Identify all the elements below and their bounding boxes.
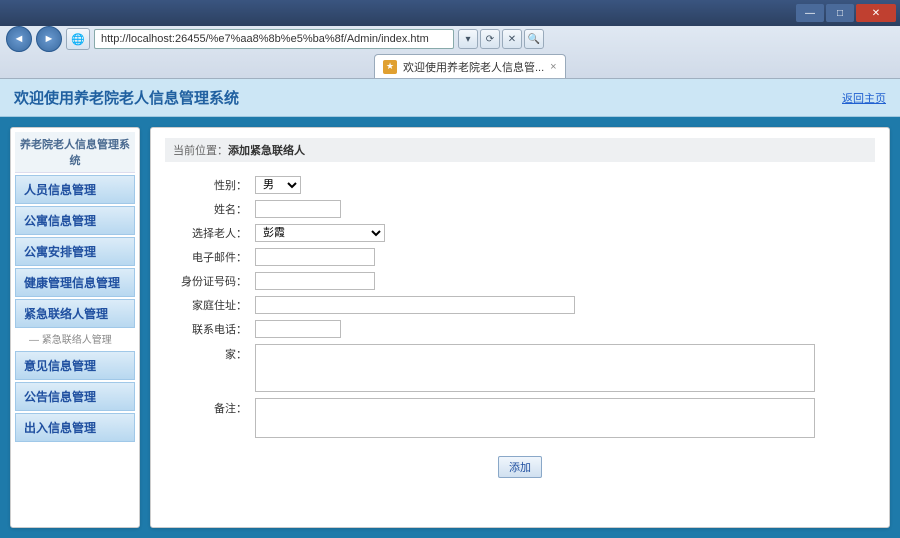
sidebar-item-emergency-contact[interactable]: 紧急联络人管理	[15, 299, 135, 328]
input-phone[interactable]	[255, 320, 341, 338]
select-elder[interactable]: 彭霞	[255, 224, 385, 242]
browser-tab[interactable]: ★ 欢迎使用养老院老人信息管... ×	[374, 54, 566, 78]
sidebar-item-apartment-info[interactable]: 公寓信息管理	[15, 206, 135, 235]
sidebar: 养老院老人信息管理系统 人员信息管理 公寓信息管理 公寓安排管理 健康管理信息管…	[10, 127, 140, 528]
dropdown-icon[interactable]: ▾	[458, 29, 478, 49]
sidebar-item-opinion[interactable]: 意见信息管理	[15, 351, 135, 380]
sidebar-item-health[interactable]: 健康管理信息管理	[15, 268, 135, 297]
input-email[interactable]	[255, 248, 375, 266]
nav-forward-button[interactable]: ►	[36, 26, 62, 52]
home-link[interactable]: 返回主页	[842, 90, 886, 106]
app-header: 欢迎使用养老院老人信息管理系统 返回主页	[0, 79, 900, 117]
label-elder: 选择老人：	[165, 225, 255, 241]
window-close-button[interactable]: ✕	[856, 4, 896, 22]
textarea-remark[interactable]	[255, 398, 815, 438]
submit-button[interactable]: 添加	[498, 456, 542, 478]
page-body: 欢迎使用养老院老人信息管理系统 返回主页 养老院老人信息管理系统 人员信息管理 …	[0, 79, 900, 538]
address-bar: ◄ ► 🌐 ▾ ⟳ ✕ 🔍	[0, 26, 900, 52]
input-name[interactable]	[255, 200, 341, 218]
globe-icon: 🌐	[66, 28, 90, 50]
input-idcard[interactable]	[255, 272, 375, 290]
nav-back-button[interactable]: ◄	[6, 26, 32, 52]
favicon-icon: ★	[383, 60, 397, 74]
main-panel: 当前位置：添加紧急联络人 性别： 男 姓名： 选择老人： 彭霞 电子邮件： 身份…	[150, 127, 890, 528]
breadcrumb: 当前位置：添加紧急联络人	[165, 138, 875, 162]
label-remark: 备注：	[165, 398, 255, 416]
label-relation: 家：	[165, 344, 255, 362]
breadcrumb-label: 当前位置：	[173, 145, 228, 157]
breadcrumb-current: 添加紧急联络人	[228, 145, 305, 157]
textarea-relation[interactable]	[255, 344, 815, 392]
label-phone: 联系电话：	[165, 321, 255, 337]
stop-button[interactable]: ✕	[502, 29, 522, 49]
tab-title: 欢迎使用养老院老人信息管...	[403, 59, 544, 75]
select-gender[interactable]: 男	[255, 176, 301, 194]
window-maximize-button[interactable]: □	[826, 4, 854, 22]
sidebar-subitem-emergency-contact[interactable]: — 紧急联络人管理	[15, 328, 135, 349]
label-address: 家庭住址：	[165, 297, 255, 313]
sidebar-item-personnel[interactable]: 人员信息管理	[15, 175, 135, 204]
refresh-button[interactable]: ⟳	[480, 29, 500, 49]
tab-bar: ★ 欢迎使用养老院老人信息管... ×	[0, 52, 900, 78]
input-address[interactable]	[255, 296, 575, 314]
label-email: 电子邮件：	[165, 249, 255, 265]
label-gender: 性别：	[165, 177, 255, 193]
sidebar-title: 养老院老人信息管理系统	[15, 132, 135, 173]
tab-close-button[interactable]: ×	[550, 61, 556, 73]
label-name: 姓名：	[165, 201, 255, 217]
sidebar-item-apartment-arrange[interactable]: 公寓安排管理	[15, 237, 135, 266]
window-titlebar: — □ ✕	[0, 0, 900, 26]
search-button[interactable]: 🔍	[524, 29, 544, 49]
sidebar-item-notice[interactable]: 公告信息管理	[15, 382, 135, 411]
window-minimize-button[interactable]: —	[796, 4, 824, 22]
url-input[interactable]	[94, 29, 454, 49]
label-idcard: 身份证号码：	[165, 273, 255, 289]
app-title: 欢迎使用养老院老人信息管理系统	[14, 87, 239, 108]
sidebar-item-access[interactable]: 出入信息管理	[15, 413, 135, 442]
